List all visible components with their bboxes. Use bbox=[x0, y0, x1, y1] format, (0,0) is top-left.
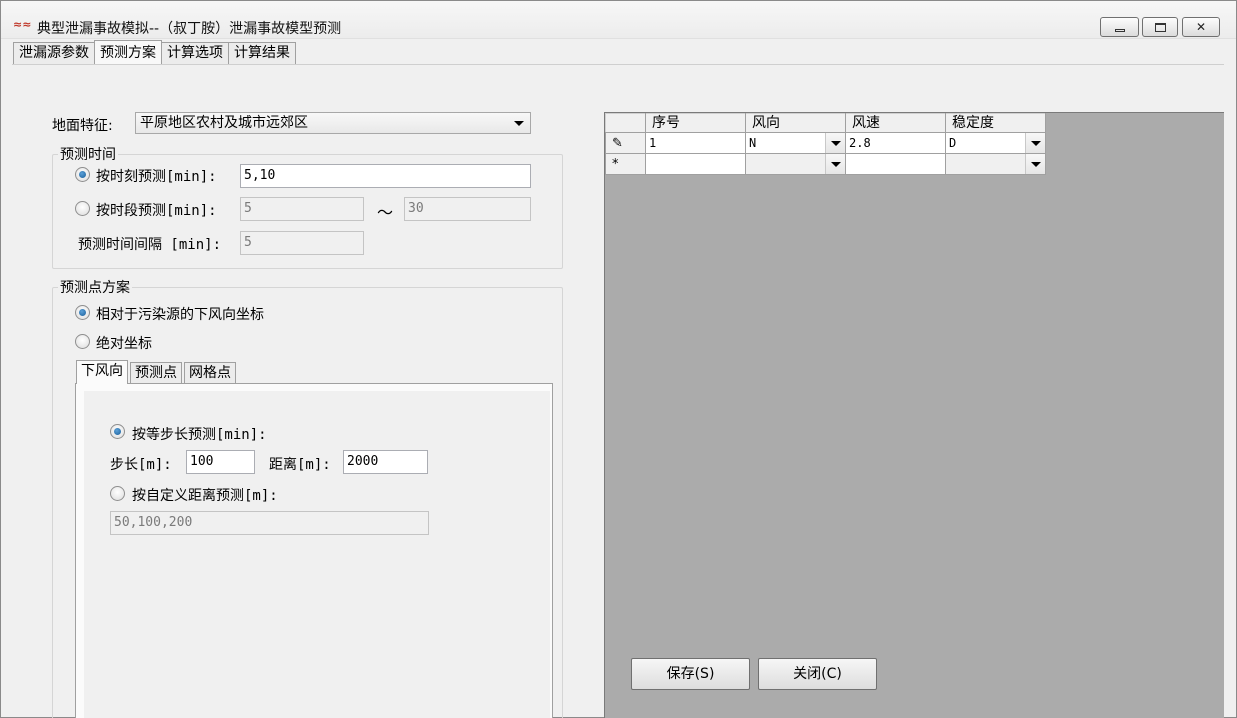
chevron-down-icon bbox=[514, 121, 524, 126]
cell-seq[interactable] bbox=[645, 153, 746, 175]
chevron-down-icon[interactable] bbox=[1025, 154, 1045, 174]
main-window: ≈≈ 典型泄漏事故模拟--（叔丁胺）泄漏事故模型预测 ✕ 泄漏源参数 预测方案 … bbox=[0, 0, 1237, 718]
cell-seq[interactable]: 1 bbox=[645, 132, 746, 154]
direction-combo[interactable] bbox=[746, 154, 845, 174]
maximize-button[interactable] bbox=[1142, 17, 1178, 37]
step-input[interactable]: 100 bbox=[186, 450, 255, 474]
surface-label: 地面特征: bbox=[52, 118, 113, 134]
relative-coord-radio[interactable] bbox=[75, 305, 90, 320]
custom-distance-label: 按自定义距离预测[m]: bbox=[132, 488, 278, 504]
tab-source-params[interactable]: 泄漏源参数 bbox=[13, 42, 95, 64]
by-period-radio[interactable] bbox=[75, 201, 90, 216]
chevron-down-icon[interactable] bbox=[825, 133, 845, 153]
table-row: ✎ 1 N 2.8 D bbox=[605, 132, 1046, 154]
forecast-time-title: 预测时间 bbox=[58, 144, 118, 164]
surface-select[interactable]: 平原地区农村及城市远郊区 bbox=[135, 112, 531, 134]
cell-speed-value: 2.8 bbox=[849, 136, 871, 150]
interval-label: 预测时间间隔 [min]: bbox=[78, 237, 222, 253]
weather-grid: 序号 风向 风速 稳定度 ✎ 1 N 2.8 D * bbox=[604, 112, 1224, 718]
step-label: 步长[m]: bbox=[110, 457, 172, 473]
subtab-downwind[interactable]: 下风向 bbox=[76, 360, 128, 384]
app-logo-icon: ≈≈ bbox=[13, 18, 32, 31]
close-icon: ✕ bbox=[1195, 20, 1207, 34]
tab-calc-results[interactable]: 计算结果 bbox=[228, 42, 296, 64]
cell-direction[interactable] bbox=[745, 153, 846, 175]
chevron-down-icon[interactable] bbox=[1025, 133, 1045, 153]
close-window-button[interactable]: ✕ bbox=[1182, 17, 1220, 37]
col-header-direction[interactable]: 风向 bbox=[745, 113, 846, 133]
cell-stability[interactable]: D bbox=[945, 132, 1046, 154]
cell-speed[interactable]: 2.8 bbox=[845, 132, 946, 154]
cell-stability[interactable] bbox=[945, 153, 1046, 175]
minimize-icon bbox=[1114, 29, 1125, 32]
direction-combo[interactable]: N bbox=[746, 133, 845, 153]
tab-calc-options[interactable]: 计算选项 bbox=[161, 42, 229, 64]
close-button[interactable]: 关闭(C) bbox=[758, 658, 877, 690]
absolute-coord-label: 绝对坐标 bbox=[96, 336, 152, 352]
col-header-seq[interactable]: 序号 bbox=[645, 113, 746, 133]
by-period-label: 按时段预测[min]: bbox=[96, 203, 217, 219]
subtab-grid-points[interactable]: 网格点 bbox=[184, 362, 236, 384]
by-moment-radio[interactable] bbox=[75, 167, 90, 182]
distance-input[interactable]: 2000 bbox=[343, 450, 428, 474]
direction-value: N bbox=[749, 136, 757, 150]
new-row-marker-icon[interactable]: * bbox=[605, 153, 646, 175]
equal-step-radio[interactable] bbox=[110, 424, 125, 439]
minimize-button[interactable] bbox=[1100, 17, 1139, 37]
col-header-speed[interactable]: 风速 bbox=[845, 113, 946, 133]
main-tabs: 泄漏源参数 预测方案 计算选项 计算结果 bbox=[13, 40, 296, 64]
subtab-forecast-points[interactable]: 预测点 bbox=[130, 362, 182, 384]
table-header-row: 序号 风向 风速 稳定度 bbox=[605, 113, 1046, 133]
surface-select-value: 平原地区农村及城市远郊区 bbox=[140, 115, 308, 131]
stability-combo[interactable] bbox=[946, 154, 1045, 174]
save-button[interactable]: 保存(S) bbox=[631, 658, 750, 690]
tab-forecast-plan[interactable]: 预测方案 bbox=[94, 40, 162, 64]
relative-coord-label: 相对于污染源的下风向坐标 bbox=[96, 307, 264, 323]
col-header-stability[interactable]: 稳定度 bbox=[945, 113, 1046, 133]
edit-row-marker-icon[interactable]: ✎ bbox=[605, 132, 646, 154]
absolute-coord-radio[interactable] bbox=[75, 334, 90, 349]
forecast-points-title: 预测点方案 bbox=[58, 277, 132, 297]
cell-direction[interactable]: N bbox=[745, 132, 846, 154]
period-from-input[interactable]: 5 bbox=[240, 197, 364, 221]
custom-distance-radio[interactable] bbox=[110, 486, 125, 501]
distance-label: 距离[m]: bbox=[269, 457, 331, 473]
window-title: 典型泄漏事故模拟--（叔丁胺）泄漏事故模型预测 bbox=[37, 21, 342, 37]
chevron-down-icon[interactable] bbox=[825, 154, 845, 174]
interval-input[interactable]: 5 bbox=[240, 231, 364, 255]
by-moment-input[interactable]: 5,10 bbox=[240, 164, 531, 188]
point-subtabs: 下风向 预测点 网格点 bbox=[76, 360, 238, 384]
title-bar: ≈≈ 典型泄漏事故模拟--（叔丁胺）泄漏事故模型预测 ✕ bbox=[1, 1, 1236, 39]
equal-step-label: 按等步长预测[min]: bbox=[132, 427, 267, 443]
cell-seq-value: 1 bbox=[649, 136, 657, 150]
table-row: * bbox=[605, 153, 1046, 175]
stability-combo[interactable]: D bbox=[946, 133, 1045, 153]
weather-table: 序号 风向 风速 稳定度 ✎ 1 N 2.8 D * bbox=[605, 113, 1046, 175]
cell-speed[interactable] bbox=[845, 153, 946, 175]
by-moment-label: 按时刻预测[min]: bbox=[96, 169, 217, 185]
row-header-corner bbox=[605, 113, 646, 133]
maximize-icon bbox=[1154, 22, 1166, 32]
custom-distance-input[interactable]: 50,100,200 bbox=[110, 511, 429, 535]
stability-value: D bbox=[949, 136, 957, 150]
period-to-input[interactable]: 30 bbox=[404, 197, 531, 221]
period-separator: ～ bbox=[377, 203, 394, 222]
